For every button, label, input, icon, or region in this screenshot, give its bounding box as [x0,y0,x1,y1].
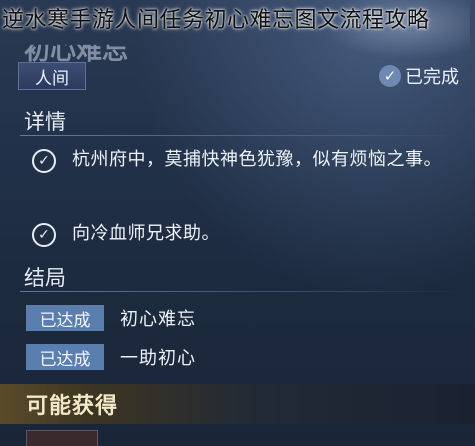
task-text: 向冷血师兄求助。 [72,223,220,244]
ending-label: 初心难忘 [120,309,196,330]
ending-item: 已达成 初心难忘 [26,305,196,331]
task-text: 杭州府中，莫捕快神色犹豫，似有烦恼之事。 [72,149,442,170]
quest-category-tag: 人间 [18,62,86,90]
endings-heading: 结局 [24,266,66,290]
details-heading: 详情 [24,110,66,134]
task-item: ✓ 杭州府中，莫捕快神色犹豫，似有烦恼之事。 [32,146,462,174]
check-circle-icon: ✓ [32,149,56,173]
details-divider [20,135,460,136]
endings-divider [20,291,460,292]
reward-item-slot[interactable] [26,430,98,446]
ending-label: 一助初心 [120,348,196,369]
rewards-heading: 可能获得 [26,394,119,419]
quest-status-label: 已完成 [405,67,459,88]
quest-status: ✓ 已完成 [379,62,459,90]
achieved-badge: 已达成 [26,344,104,370]
achieved-badge: 已达成 [26,305,104,331]
ending-item: 已达成 一助初心 [26,344,196,370]
check-circle-icon: ✓ [32,223,56,247]
overlay-caption: 逆水寒手游人间任务初心难忘图文流程攻略 [2,8,430,33]
check-circle-icon: ✓ [379,65,401,87]
task-item: ✓ 向冷血师兄求助。 [32,220,462,248]
